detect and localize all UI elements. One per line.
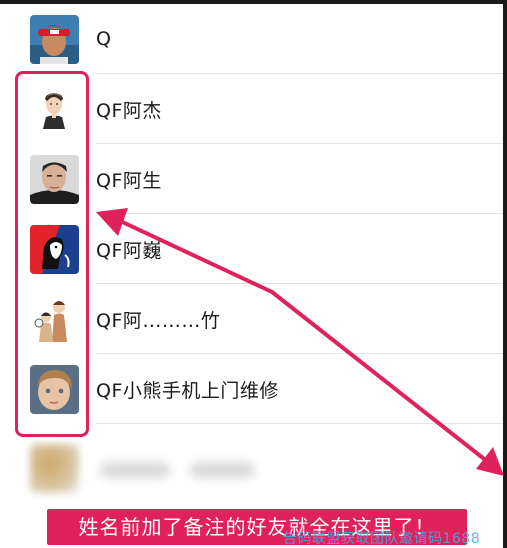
contact-name: QF阿生 (96, 169, 162, 192)
blurred-avatar (30, 444, 79, 493)
watermark-text: 告码联盟获取团队邀请码1688 (283, 531, 481, 547)
contact-name: QF阿………竹 (96, 309, 221, 332)
blurred-name (190, 462, 255, 478)
man-red-cap-avatar[interactable] (30, 14, 79, 64)
contact-row-q[interactable]: Q (0, 4, 503, 74)
right-border (503, 0, 507, 548)
blurred-contact-row (0, 432, 503, 502)
contact-name: QF阿巍 (96, 239, 162, 262)
blurred-name (100, 462, 170, 478)
contact-name: QF小熊手机上门维修 (96, 379, 279, 402)
contact-name: Q (96, 28, 112, 50)
highlight-box (15, 71, 89, 437)
contact-name: QF阿杰 (96, 99, 162, 122)
